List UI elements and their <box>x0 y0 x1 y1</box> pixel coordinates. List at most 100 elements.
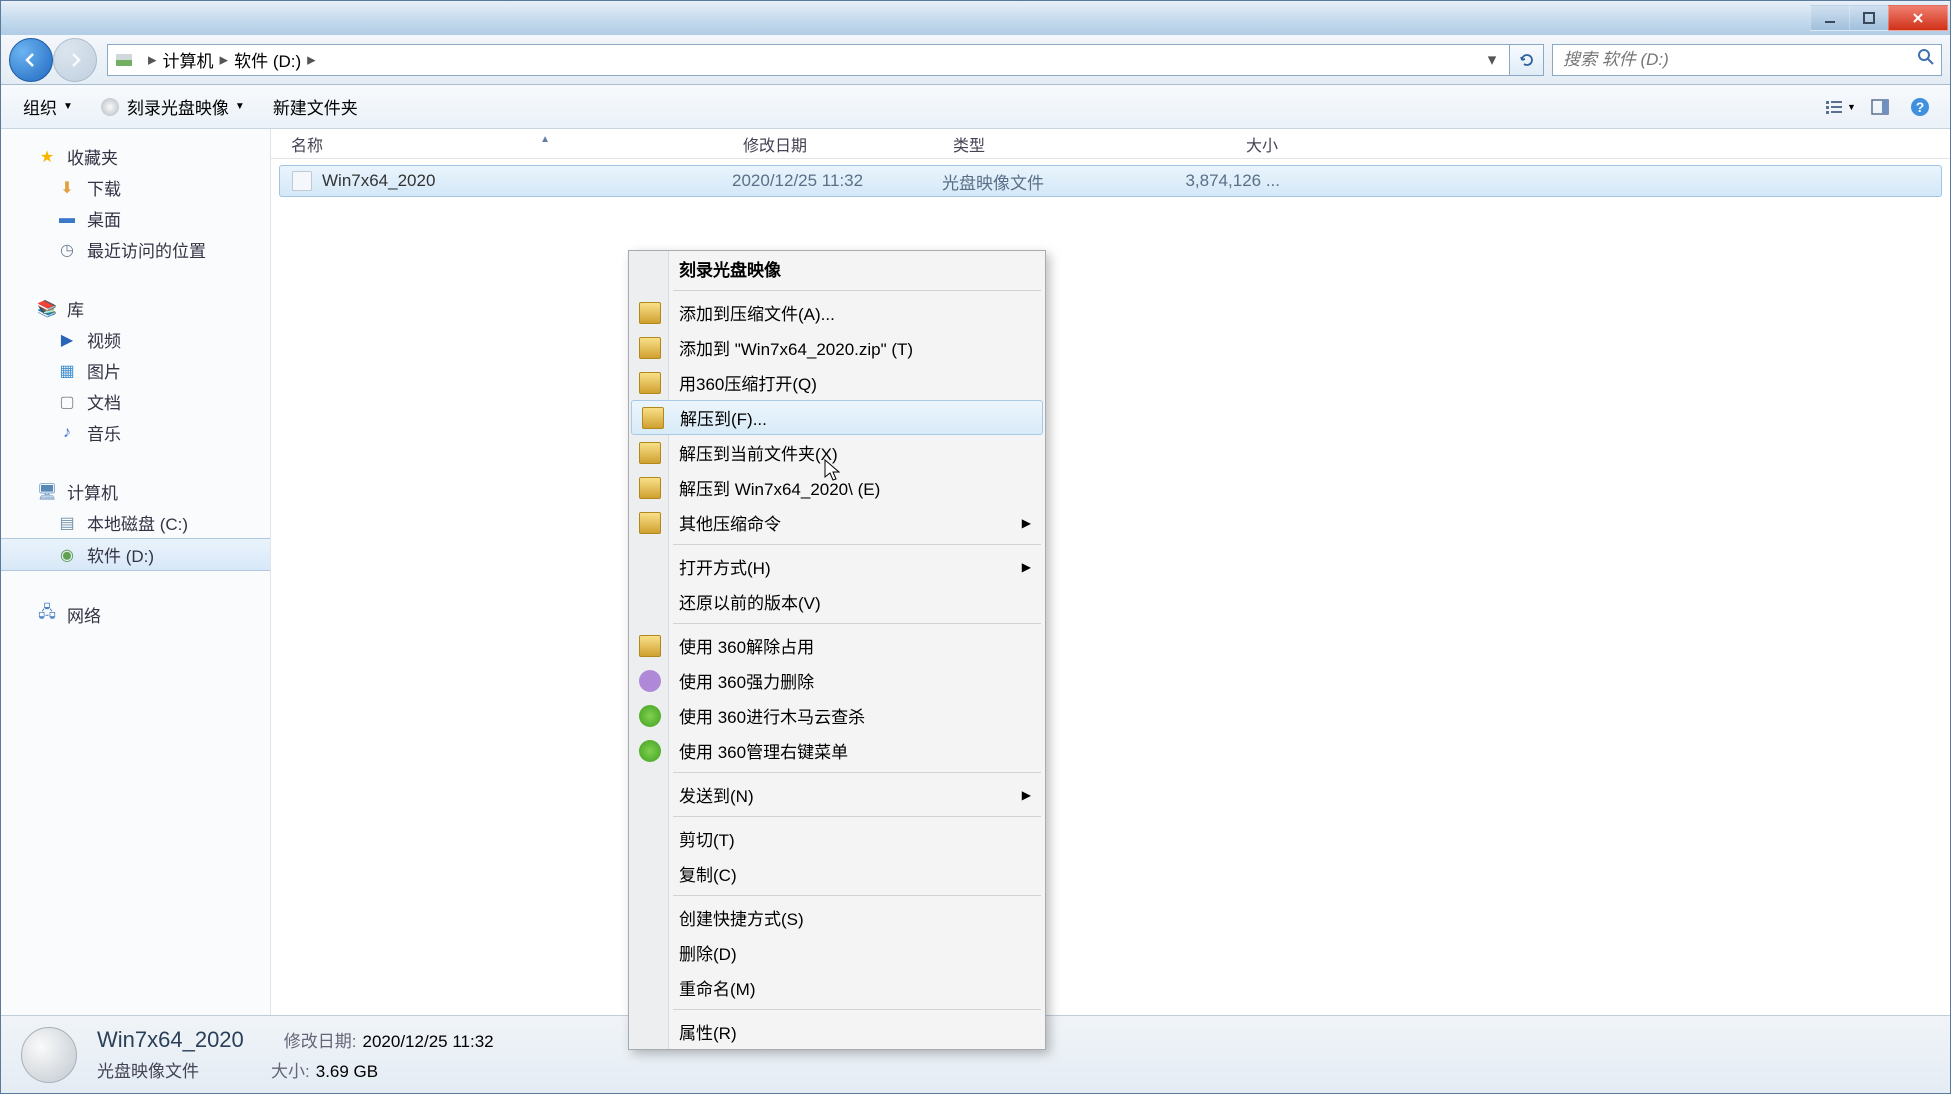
picture-icon: ▦ <box>57 361 77 381</box>
sidebar-downloads[interactable]: ⬇下载 <box>1 172 270 203</box>
sidebar-local-disk-c[interactable]: ▤本地磁盘 (C:) <box>1 507 270 538</box>
burn-image-button[interactable]: 刻录光盘映像▼ <box>91 90 255 123</box>
submenu-arrow-icon: ▶ <box>1022 516 1031 530</box>
menu-360-trojan-scan[interactable]: 使用 360进行木马云查杀 <box>629 698 1045 733</box>
chevron-right-icon: ▸ <box>307 50 316 70</box>
column-size[interactable]: 大小 <box>1151 132 1291 156</box>
navigation-pane: ★收藏夹 ⬇下载 ▬桌面 ◷最近访问的位置 📚库 ▶视频 ▦图片 ▢文档 ♪音乐… <box>1 129 271 1015</box>
menu-create-shortcut[interactable]: 创建快捷方式(S) <box>629 900 1045 935</box>
close-button[interactable] <box>1888 5 1948 31</box>
refresh-button[interactable] <box>1510 44 1544 76</box>
chevron-right-icon: ▸ <box>220 50 229 70</box>
breadcrumb-location[interactable]: 软件 (D:) <box>234 47 301 72</box>
menu-360-unlock[interactable]: 使用 360解除占用 <box>629 628 1045 663</box>
sidebar-pictures[interactable]: ▦图片 <box>1 355 270 386</box>
sidebar-software-d[interactable]: ◉软件 (D:) <box>1 538 270 571</box>
details-file-type: 光盘映像文件 <box>97 1057 199 1082</box>
column-type[interactable]: 类型 <box>941 132 1151 156</box>
recent-icon: ◷ <box>57 240 77 260</box>
archive-icon <box>642 407 664 429</box>
computer-icon: 🖥 <box>37 482 57 502</box>
archive-icon <box>639 337 661 359</box>
network-icon: 🖧 <box>37 605 57 625</box>
file-size: 3,874,126 ... <box>1152 171 1292 191</box>
file-row[interactable]: Win7x64_2020 2020/12/25 11:32 光盘映像文件 3,8… <box>279 165 1942 197</box>
sidebar-desktop[interactable]: ▬桌面 <box>1 203 270 234</box>
file-type: 光盘映像文件 <box>942 169 1152 194</box>
archive-icon <box>639 372 661 394</box>
disc-icon <box>101 98 119 116</box>
download-icon: ⬇ <box>57 178 77 198</box>
details-size: 3.69 GB <box>316 1062 378 1081</box>
network-group[interactable]: 🖧网络 <box>1 599 270 630</box>
file-list: 名称 修改日期 类型 大小 Win7x64_2020 2020/12/25 11… <box>271 129 1950 1015</box>
menu-other-compress[interactable]: 其他压缩命令▶ <box>629 505 1045 540</box>
forward-button[interactable] <box>53 38 97 82</box>
360-icon <box>639 670 661 692</box>
details-date: 2020/12/25 11:32 <box>363 1032 494 1051</box>
desktop-icon: ▬ <box>57 209 77 229</box>
menu-360-force-delete[interactable]: 使用 360强力删除 <box>629 663 1045 698</box>
menu-copy[interactable]: 复制(C) <box>629 856 1045 891</box>
breadcrumb-root[interactable]: 计算机 <box>163 47 214 72</box>
command-bar: 组织▼ 刻录光盘映像▼ 新建文件夹 ▼ ? <box>1 85 1950 129</box>
organize-menu[interactable]: 组织▼ <box>13 90 83 123</box>
back-button[interactable] <box>9 38 53 82</box>
minimize-button[interactable] <box>1810 5 1850 31</box>
360-icon <box>639 705 661 727</box>
archive-icon <box>639 512 661 534</box>
disc-icon <box>21 1027 77 1083</box>
navigation-bar: ▸ 计算机 ▸ 软件 (D:) ▸ ▾ <box>1 35 1950 85</box>
sidebar-documents[interactable]: ▢文档 <box>1 386 270 417</box>
column-name[interactable]: 名称 <box>271 132 731 156</box>
column-headers: 名称 修改日期 类型 大小 <box>271 129 1950 159</box>
search-box[interactable] <box>1552 44 1942 76</box>
archive-icon <box>639 302 661 324</box>
svg-text:?: ? <box>1916 99 1925 115</box>
maximize-button[interactable] <box>1849 5 1889 31</box>
menu-rename[interactable]: 重命名(M) <box>629 970 1045 1005</box>
music-icon: ♪ <box>57 423 77 443</box>
menu-restore-previous[interactable]: 还原以前的版本(V) <box>629 584 1045 619</box>
libraries-group[interactable]: 📚库 <box>1 293 270 324</box>
menu-delete[interactable]: 删除(D) <box>629 935 1045 970</box>
video-icon: ▶ <box>57 330 77 350</box>
address-dropdown[interactable]: ▾ <box>1481 50 1503 70</box>
menu-add-to-zip[interactable]: 添加到 "Win7x64_2020.zip" (T) <box>629 330 1045 365</box>
menu-send-to[interactable]: 发送到(N)▶ <box>629 777 1045 812</box>
library-icon: 📚 <box>37 299 57 319</box>
column-date[interactable]: 修改日期 <box>731 132 941 156</box>
menu-open-with-360zip[interactable]: 用360压缩打开(Q) <box>629 365 1045 400</box>
chevron-right-icon: ▸ <box>148 50 157 70</box>
360-icon <box>639 740 661 762</box>
sidebar-recent[interactable]: ◷最近访问的位置 <box>1 234 270 265</box>
menu-add-to-archive[interactable]: 添加到压缩文件(A)... <box>629 295 1045 330</box>
menu-360-manage-context[interactable]: 使用 360管理右键菜单 <box>629 733 1045 768</box>
menu-burn-image[interactable]: 刻录光盘映像 <box>629 251 1045 286</box>
favorites-group[interactable]: ★收藏夹 <box>1 141 270 172</box>
iso-file-icon <box>292 171 312 191</box>
new-folder-button[interactable]: 新建文件夹 <box>263 90 368 123</box>
context-menu: 刻录光盘映像 添加到压缩文件(A)... 添加到 "Win7x64_2020.z… <box>628 250 1046 1050</box>
archive-icon <box>639 477 661 499</box>
menu-extract-here[interactable]: 解压到当前文件夹(X) <box>629 435 1045 470</box>
drive-icon <box>114 50 134 70</box>
details-file-name: Win7x64_2020 <box>97 1027 244 1053</box>
menu-properties[interactable]: 属性(R) <box>629 1014 1045 1049</box>
file-date: 2020/12/25 11:32 <box>732 171 942 191</box>
submenu-arrow-icon: ▶ <box>1022 788 1031 802</box>
menu-extract-to-folder[interactable]: 解压到 Win7x64_2020\ (E) <box>629 470 1045 505</box>
menu-extract-to[interactable]: 解压到(F)... <box>631 400 1043 435</box>
help-button[interactable]: ? <box>1902 92 1938 122</box>
drive-icon: ◉ <box>57 545 77 565</box>
menu-open-with[interactable]: 打开方式(H)▶ <box>629 549 1045 584</box>
preview-pane-button[interactable] <box>1862 92 1898 122</box>
search-input[interactable] <box>1563 50 1931 70</box>
search-icon[interactable] <box>1917 48 1935 71</box>
address-bar[interactable]: ▸ 计算机 ▸ 软件 (D:) ▸ ▾ <box>107 44 1510 76</box>
menu-cut[interactable]: 剪切(T) <box>629 821 1045 856</box>
computer-group[interactable]: 🖥计算机 <box>1 476 270 507</box>
sidebar-videos[interactable]: ▶视频 <box>1 324 270 355</box>
sidebar-music[interactable]: ♪音乐 <box>1 417 270 448</box>
view-options-button[interactable]: ▼ <box>1822 92 1858 122</box>
